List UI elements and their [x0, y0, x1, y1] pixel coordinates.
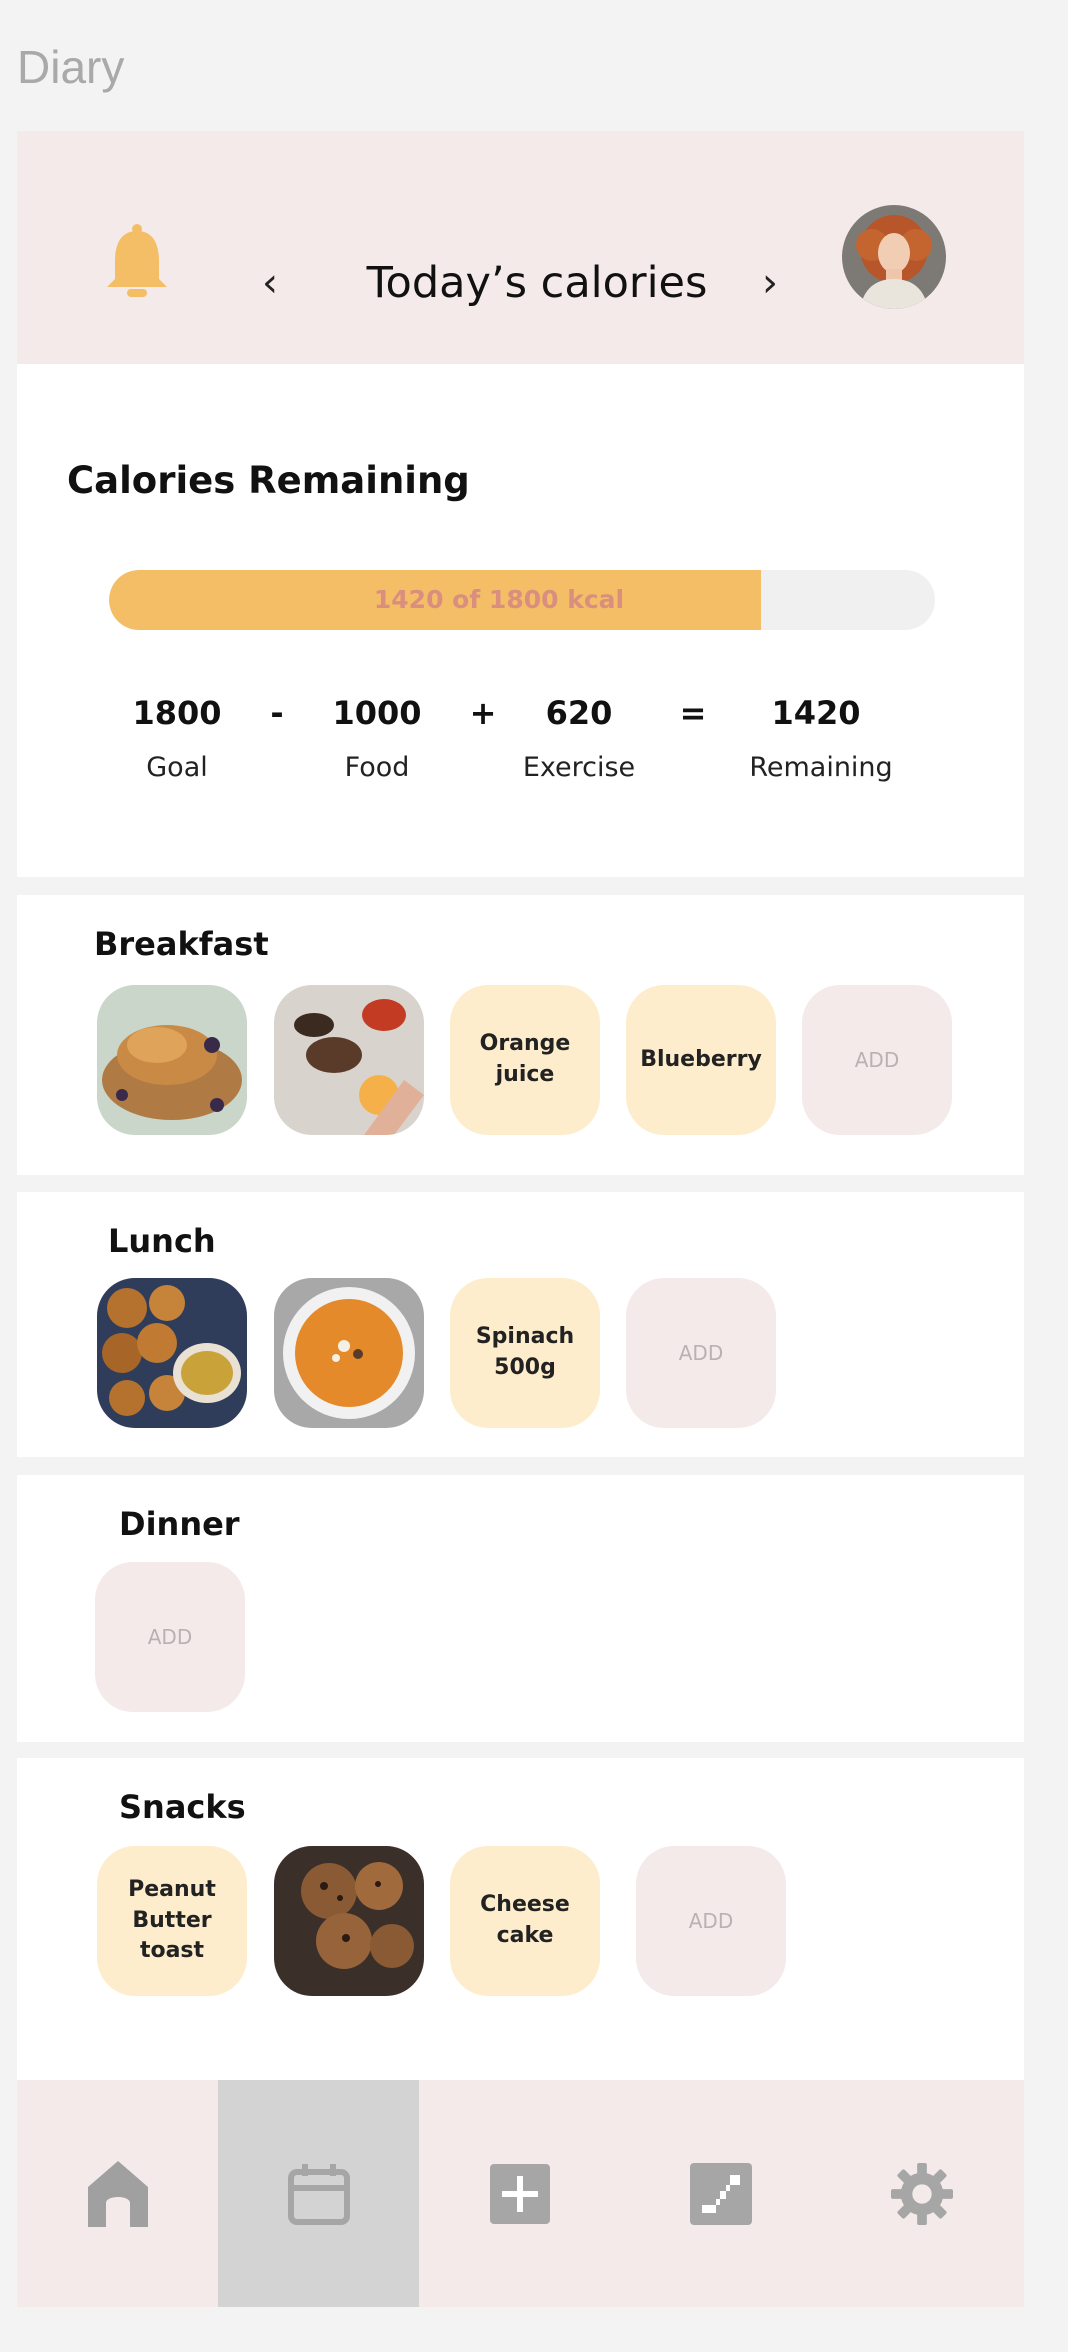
food-item[interactable]: Spinach 500g: [450, 1278, 600, 1428]
home-icon: [87, 2160, 148, 2227]
goal-value: 1800: [132, 694, 222, 732]
previous-day-button[interactable]: ‹: [262, 263, 278, 303]
food-value: 1000: [332, 694, 422, 732]
exercise-label: Exercise: [522, 752, 636, 783]
breakfast-section: Breakfast Orange juice Blueberry ADD: [17, 895, 1024, 1175]
dinner-title: Dinner: [119, 1505, 240, 1543]
progress-text: 1420 of 1800 kcal: [373, 585, 625, 614]
add-breakfast-button[interactable]: ADD: [802, 985, 952, 1135]
snacks-title: Snacks: [119, 1788, 246, 1826]
nav-settings[interactable]: [821, 2080, 1022, 2307]
food-item[interactable]: Orange juice: [450, 985, 600, 1135]
nav-diary[interactable]: [218, 2080, 419, 2307]
remaining-value: 1420: [771, 694, 861, 732]
gear-icon: [890, 2162, 953, 2225]
add-snacks-button[interactable]: ADD: [636, 1846, 786, 1996]
lunch-title: Lunch: [108, 1222, 216, 1260]
nav-progress[interactable]: [620, 2080, 821, 2307]
calendar-icon: [287, 2163, 350, 2225]
avatar[interactable]: [842, 205, 946, 309]
header-title: Today’s calories: [366, 258, 708, 308]
next-day-button[interactable]: ›: [762, 263, 778, 303]
food-item[interactable]: Peanut Butter toast: [97, 1846, 247, 1996]
food-label: Food: [344, 752, 410, 783]
add-dinner-button[interactable]: ADD: [95, 1562, 245, 1712]
lunch-section: Lunch Spinach 500g ADD: [17, 1192, 1024, 1457]
minus-operator: -: [270, 694, 284, 732]
breakfast-title: Breakfast: [94, 925, 269, 963]
header: ‹ Today’s calories ›: [17, 131, 1024, 364]
food-item[interactable]: Cheese cake: [450, 1846, 600, 1996]
fried-food-photo[interactable]: [97, 1278, 247, 1428]
dinner-section: Dinner ADD: [17, 1475, 1024, 1742]
page-title: Diary: [17, 41, 125, 93]
add-icon: [489, 2163, 550, 2224]
cookies-photo[interactable]: [274, 1846, 424, 1996]
goal-label: Goal: [146, 752, 208, 783]
bottom-navigation: [17, 2080, 1024, 2307]
nav-add[interactable]: [419, 2080, 620, 2307]
progress-icon: [689, 2162, 752, 2225]
exercise-value: 620: [545, 694, 613, 732]
equals-operator: =: [679, 694, 707, 732]
breakfast-plate-photo[interactable]: [274, 985, 424, 1135]
croissant-photo[interactable]: [97, 985, 247, 1135]
calories-summary: Calories Remaining 1420 of 1800 kcal 180…: [17, 364, 1024, 877]
calorie-progress-bar: 1420 of 1800 kcal: [109, 570, 935, 630]
bell-icon[interactable]: [97, 223, 177, 301]
plus-operator: +: [469, 694, 497, 732]
add-lunch-button[interactable]: ADD: [626, 1278, 776, 1428]
food-item[interactable]: Blueberry: [626, 985, 776, 1135]
soup-photo[interactable]: [274, 1278, 424, 1428]
remaining-label: Remaining: [749, 752, 893, 783]
snacks-section: Snacks Peanut Butter toast Cheese cake A…: [17, 1758, 1024, 2080]
summary-title: Calories Remaining: [67, 459, 470, 502]
nav-home[interactable]: [17, 2080, 218, 2307]
